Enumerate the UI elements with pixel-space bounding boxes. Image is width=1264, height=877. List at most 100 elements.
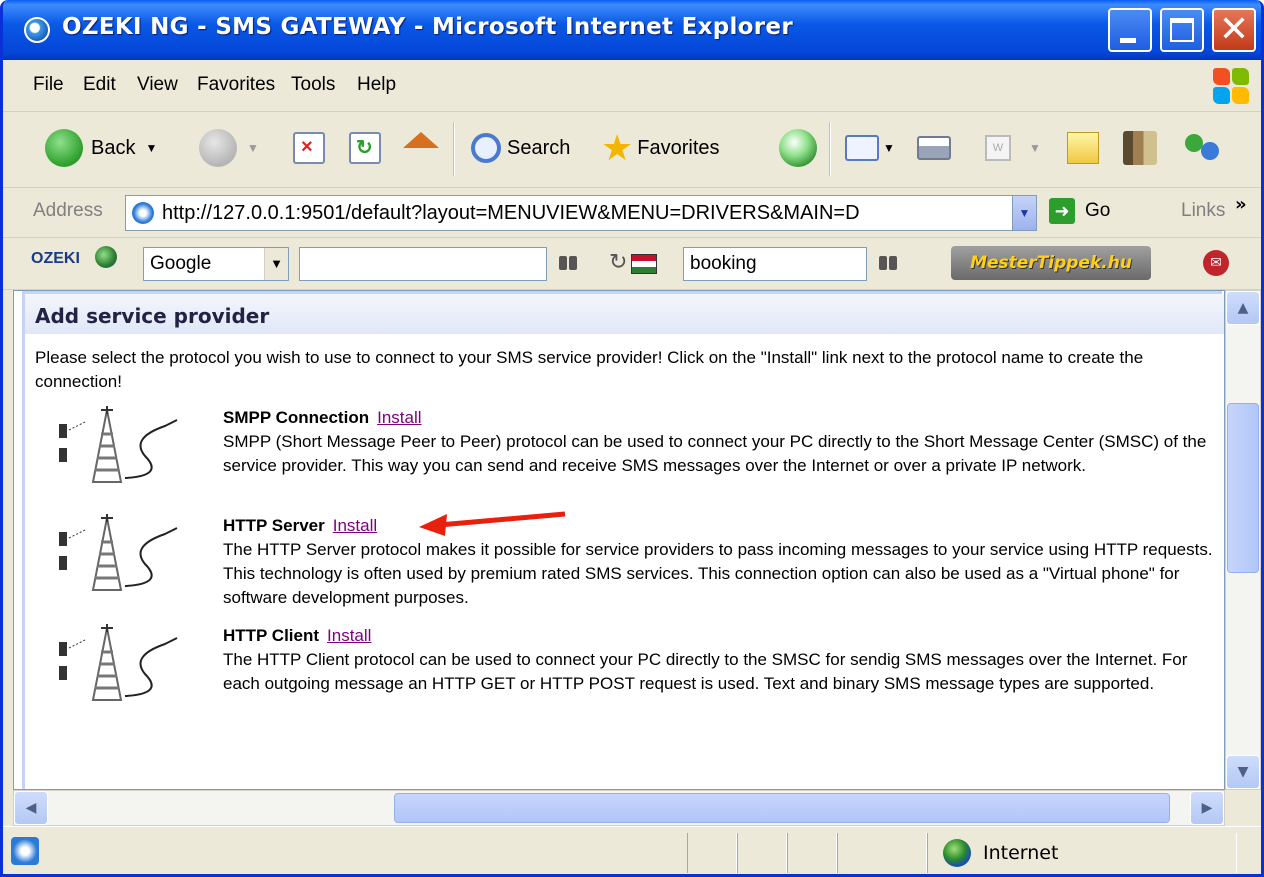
internet-globe-icon	[943, 839, 971, 867]
home-icon	[403, 132, 439, 148]
intro-text: Please select the protocol you wish to u…	[35, 348, 1144, 391]
globe-icon	[95, 246, 117, 268]
menu-edit[interactable]: Edit	[83, 74, 116, 96]
close-icon: ✕	[1218, 9, 1250, 50]
ozeki-logo[interactable]: OZEKI	[31, 250, 80, 268]
back-button[interactable]: Back ▼	[45, 126, 157, 170]
minimize-button[interactable]	[1108, 8, 1152, 52]
go-arrow-icon: ➜	[1049, 198, 1075, 224]
page-icon	[132, 202, 154, 224]
address-label: Address	[33, 200, 103, 221]
history-icon	[779, 129, 817, 167]
menu-favorites[interactable]: Favorites	[197, 74, 275, 96]
protocol-text: HTTP Server Install The HTTP Server proto…	[223, 514, 1223, 610]
discuss-button[interactable]	[1067, 126, 1099, 170]
horizontal-scrollbar[interactable]: ◀ ▶	[13, 790, 1225, 826]
booking-search-input[interactable]: booking	[683, 247, 867, 281]
research-button[interactable]	[1123, 126, 1157, 170]
forward-button[interactable]: ▼	[199, 126, 259, 170]
page-status-icon	[11, 837, 39, 865]
maximize-button[interactable]	[1160, 8, 1204, 52]
antenna-tower-icon	[59, 624, 178, 701]
print-button[interactable]	[917, 126, 951, 170]
vertical-scrollbar[interactable]: ▲ ▼	[1225, 290, 1261, 790]
scroll-left-button[interactable]: ◀	[14, 791, 48, 825]
favorites-button[interactable]: ★ Favorites	[601, 126, 720, 170]
page-title: Add service provider	[35, 304, 270, 328]
scroll-up-button[interactable]: ▲	[1226, 291, 1260, 325]
stop-button[interactable]: ×	[293, 126, 325, 170]
protocol-description: SMPP (Short Message Peer to Peer) protoc…	[223, 432, 1207, 475]
search-icon	[471, 133, 501, 163]
status-cell	[787, 833, 837, 873]
address-input[interactable]: http://127.0.0.1:9501/default?layout=MEN…	[125, 195, 1037, 231]
status-cell	[737, 833, 787, 873]
install-link-http-client[interactable]: Install	[327, 626, 371, 645]
menu-tools[interactable]: Tools	[291, 74, 335, 96]
protocol-name: HTTP Server	[223, 516, 325, 535]
minimize-icon	[1120, 38, 1136, 43]
search-button[interactable]: Search	[471, 126, 570, 170]
panel-header: Add service provider	[25, 294, 1224, 334]
refresh-icon: ↻	[349, 132, 381, 164]
status-bar: Internet	[3, 826, 1261, 874]
search-engine-value: Google	[150, 253, 212, 274]
window-title: OZEKI NG - SMS GATEWAY - Microsoft Inter…	[62, 14, 793, 40]
antenna-tower-icon	[59, 514, 178, 591]
translate-icon[interactable]: ↻	[609, 250, 627, 275]
mail-dropdown-icon[interactable]: ▼	[883, 141, 895, 155]
protocol-text: SMPP Connection Install SMPP (Short Messa…	[223, 406, 1223, 478]
mestertippek-logo[interactable]: MesterTippek.hu	[951, 246, 1151, 280]
protocol-description: The HTTP Client protocol can be used to …	[223, 650, 1188, 693]
mail-button[interactable]: ▼	[845, 126, 895, 170]
page-content: Add service provider Please select the p…	[13, 290, 1225, 790]
mail-icon	[845, 135, 879, 161]
annotation-arrow-icon	[419, 511, 566, 536]
home-button[interactable]	[403, 126, 439, 170]
links-button[interactable]: Links	[1181, 200, 1225, 222]
menu-help[interactable]: Help	[357, 74, 396, 96]
forward-arrow-icon	[199, 129, 237, 167]
binoculars-icon[interactable]	[879, 256, 897, 270]
google-search-input[interactable]	[299, 247, 547, 281]
search-engine-select[interactable]: Google ▼	[143, 247, 289, 281]
messenger-button[interactable]	[1183, 126, 1223, 170]
note-icon	[1067, 132, 1099, 164]
menu-bar: File Edit View Favorites Tools Help	[3, 60, 1261, 112]
forward-dropdown-icon[interactable]: ▼	[247, 141, 259, 155]
status-cell	[687, 833, 737, 873]
binoculars-icon[interactable]	[559, 256, 577, 270]
edit-dropdown-icon[interactable]: ▼	[1029, 141, 1041, 155]
install-link-smpp[interactable]: Install	[377, 408, 421, 427]
zone-label: Internet	[983, 842, 1059, 864]
protocol-text: HTTP Client Install The HTTP Client proto…	[223, 624, 1223, 696]
flag-icon[interactable]	[631, 254, 657, 274]
install-link-http-server[interactable]: Install	[333, 516, 377, 535]
acrobat-icon[interactable]: ✉	[1203, 250, 1229, 276]
history-button[interactable]	[779, 126, 817, 170]
go-label: Go	[1085, 200, 1111, 221]
scroll-down-button[interactable]: ▼	[1226, 755, 1260, 789]
close-button[interactable]: ✕	[1212, 8, 1256, 52]
horizontal-scroll-thumb[interactable]	[394, 793, 1170, 823]
menu-file[interactable]: File	[33, 74, 64, 96]
chevron-down-icon: ▼	[264, 248, 288, 280]
title-bar[interactable]: OZEKI NG - SMS GATEWAY - Microsoft Inter…	[3, 0, 1261, 60]
chevron-right-icon[interactable]: »	[1235, 194, 1247, 215]
go-button[interactable]: ➜ Go	[1049, 198, 1110, 224]
stop-icon: ×	[293, 132, 325, 164]
refresh-button[interactable]: ↻	[349, 126, 381, 170]
back-dropdown-icon[interactable]: ▼	[145, 141, 157, 155]
edit-button[interactable]: W ▼	[985, 126, 1041, 170]
scroll-right-button[interactable]: ▶	[1190, 791, 1224, 825]
protocol-name: HTTP Client	[223, 626, 320, 645]
address-bar: Address http://127.0.0.1:9501/default?la…	[3, 188, 1261, 238]
address-dropdown-icon[interactable]: ▼	[1012, 196, 1036, 230]
protocol-name: SMPP Connection	[223, 408, 370, 427]
messenger-icon	[1183, 130, 1223, 166]
menu-view[interactable]: View	[137, 74, 178, 96]
vertical-scroll-thumb[interactable]	[1227, 403, 1259, 573]
standard-toolbar: Back ▼ ▼ × ↻ Search ★ Favorites ▼ W ▼	[3, 112, 1261, 188]
service-provider-panel: Add service provider Please select the p…	[22, 291, 1224, 789]
browser-window: OZEKI NG - SMS GATEWAY - Microsoft Inter…	[0, 0, 1264, 877]
